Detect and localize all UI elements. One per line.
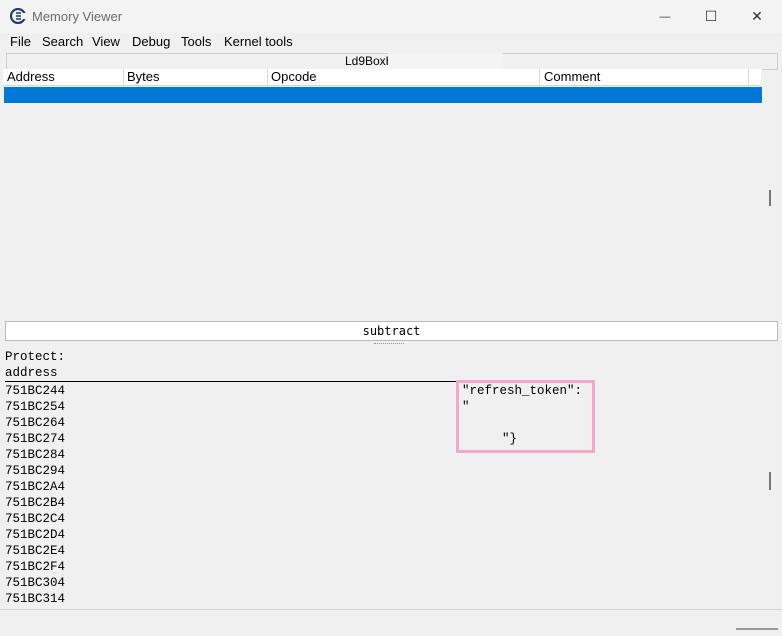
protect-label: Protect: (5, 350, 66, 364)
close-button[interactable]: ✕ (734, 0, 780, 33)
menu-tools[interactable]: Tools (181, 34, 211, 49)
highlight-box (456, 380, 595, 453)
maximize-button[interactable]: ☐ (688, 0, 734, 33)
disassembler-scrollbar[interactable] (769, 190, 771, 206)
address-row[interactable]: 751BC274 (5, 432, 65, 446)
menu-kernel-tools[interactable]: Kernel tools (224, 34, 293, 49)
hex-view[interactable] (3, 347, 763, 607)
address-row[interactable]: 751BC2F4 (5, 560, 65, 574)
menu-search[interactable]: Search (42, 34, 83, 49)
address-row[interactable]: 751BC264 (5, 416, 65, 430)
column-address[interactable]: Address (7, 69, 124, 85)
address-row[interactable]: 751BC284 (5, 448, 65, 462)
minimize-icon: — (659, 10, 671, 23)
address-row[interactable]: 751BC2C4 (5, 512, 65, 526)
column-bytes[interactable]: Bytes (127, 69, 268, 85)
address-row[interactable]: 751BC2D4 (5, 528, 65, 542)
column-comment[interactable]: Comment (544, 69, 749, 85)
window-title: Memory Viewer (32, 9, 123, 24)
hex-view-scrollbar[interactable] (769, 472, 771, 490)
address-row[interactable]: 751BC2B4 (5, 496, 65, 510)
status-bar (0, 609, 782, 636)
splitter-bar[interactable]: subtract (5, 321, 778, 341)
splitter-grip[interactable] (374, 343, 404, 346)
cheat-engine-icon (10, 8, 26, 24)
minimize-button[interactable]: — (642, 0, 688, 33)
close-icon: ✕ (751, 8, 763, 24)
menu-debug[interactable]: Debug (132, 34, 170, 49)
address-header: address (5, 366, 457, 382)
address-row[interactable]: 751BC254 (5, 400, 65, 414)
address-row[interactable]: 751BC244 (5, 384, 65, 398)
disassembler-view[interactable] (3, 69, 763, 319)
address-row[interactable]: 751BC2E4 (5, 544, 65, 558)
address-row[interactable]: 751BC294 (5, 464, 65, 478)
menu-view[interactable]: View (92, 34, 120, 49)
address-row[interactable]: 751BC2A4 (5, 480, 65, 494)
maximize-icon: ☐ (704, 8, 718, 24)
resize-grip[interactable] (736, 628, 778, 630)
address-row[interactable]: 751BC314 (5, 592, 65, 606)
selected-row[interactable] (4, 87, 762, 103)
column-opcode[interactable]: Opcode (271, 69, 540, 85)
address-row[interactable]: 751BC304 (5, 576, 65, 590)
menu-file[interactable]: File (10, 34, 31, 49)
